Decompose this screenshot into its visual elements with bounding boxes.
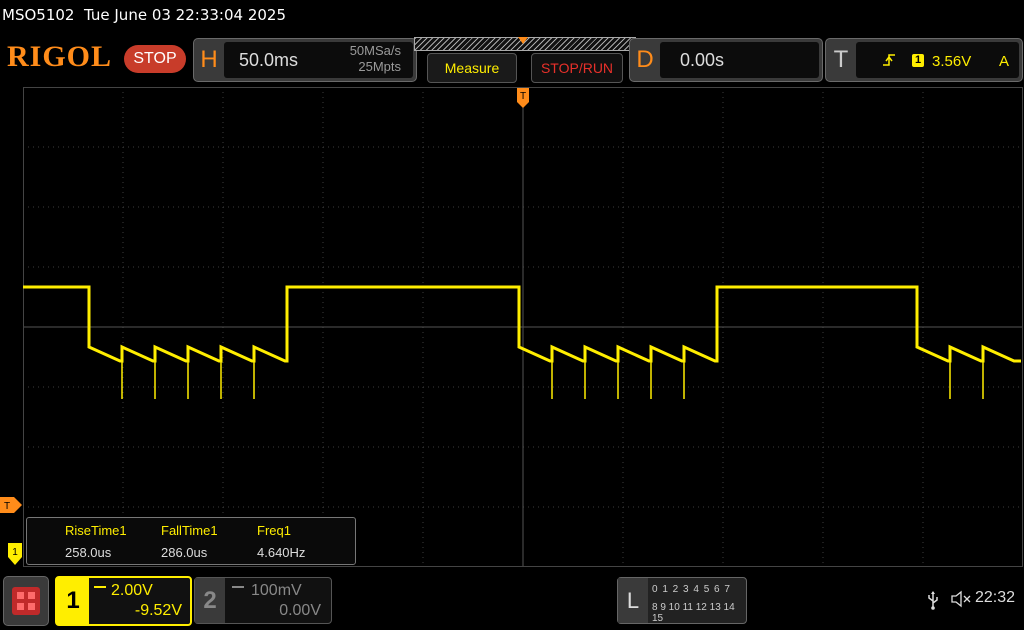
measurement-name: FallTime1 bbox=[161, 523, 218, 538]
logic-letter: L bbox=[618, 578, 648, 623]
system-clock: 22:32 bbox=[975, 589, 1016, 606]
logic-analyzer-panel[interactable]: L 0 1 2 3 4 5 6 7 8 9 10 11 12 13 14 15 bbox=[617, 577, 747, 624]
trigger-mode: A bbox=[998, 53, 1009, 70]
measurement-value: 258.0us bbox=[65, 545, 112, 560]
measurement-results[interactable]: RiseTime1 258.0us FallTime1 286.0us Freq… bbox=[26, 517, 356, 565]
channel1-marker-label: 1 bbox=[12, 547, 18, 558]
trigger-source-badge: 1 bbox=[912, 54, 924, 67]
logic-channels-row1: 0 1 2 3 4 5 6 7 bbox=[652, 584, 731, 595]
delay-panel[interactable]: D 0.00s bbox=[629, 38, 823, 82]
measurement-name: Freq1 bbox=[257, 523, 291, 538]
trigger-letter: T bbox=[833, 46, 849, 73]
measurement-name: RiseTime1 bbox=[65, 523, 127, 538]
run-state-badge[interactable]: STOP bbox=[124, 45, 186, 73]
logic-channels-row2: 8 9 10 11 12 13 14 15 bbox=[652, 602, 735, 624]
speaker-muted-icon[interactable] bbox=[950, 589, 972, 609]
stop-run-button[interactable]: STOP/RUN bbox=[531, 53, 623, 83]
dc-coupling-icon bbox=[94, 586, 106, 594]
channel1-number: 1 bbox=[57, 578, 89, 624]
channel1-offset: -9.52V bbox=[134, 602, 182, 619]
waveform-grid[interactable] bbox=[23, 87, 1023, 567]
measurement-value: 286.0us bbox=[161, 545, 208, 560]
device-status-line: MSO5102 Tue June 03 22:33:04 2025 bbox=[2, 6, 286, 24]
trigger-level: 3.56V bbox=[932, 53, 972, 70]
date-time: Tue June 03 22:33:04 2025 bbox=[84, 6, 286, 24]
delay-readout: 0.00s bbox=[660, 42, 819, 78]
brand-logo: RIGOL bbox=[7, 40, 113, 73]
timebase-value: 50.0ms bbox=[239, 50, 299, 70]
trigger-level-marker[interactable]: T bbox=[0, 497, 22, 513]
dc-coupling-icon bbox=[232, 586, 244, 594]
horizontal-letter: H bbox=[200, 46, 218, 73]
channel1-offset-marker[interactable]: 1 bbox=[8, 543, 22, 565]
channel1-trace bbox=[23, 285, 1021, 363]
horizontal-readout: 50.0ms 50MSa/s 25Mpts bbox=[224, 42, 413, 78]
model-name: MSO5102 bbox=[2, 6, 75, 24]
memory-depth: 25Mpts bbox=[358, 59, 401, 74]
measure-button[interactable]: Measure bbox=[427, 53, 517, 83]
channel1-scale: 2.00V bbox=[111, 582, 153, 599]
trigger-position-marker[interactable]: T bbox=[517, 88, 529, 108]
trigger-readout: 1 3.56V A bbox=[856, 42, 1019, 78]
channel1-spikes bbox=[121, 349, 984, 399]
measurement-value: 4.640Hz bbox=[257, 545, 306, 560]
channel1-panel[interactable]: 1 2.00V -9.52V bbox=[55, 576, 192, 626]
sample-rate: 50MSa/s bbox=[349, 43, 401, 58]
channel2-number: 2 bbox=[195, 578, 225, 623]
horizontal-panel[interactable]: H 50.0ms 50MSa/s 25Mpts bbox=[193, 38, 417, 82]
memory-position-marker bbox=[518, 37, 528, 44]
grid-menu-icon bbox=[12, 587, 40, 615]
channel2-panel[interactable]: 2 100mV 0.00V bbox=[194, 577, 332, 624]
main-menu-button[interactable] bbox=[3, 576, 49, 626]
trigger-panel[interactable]: T 1 3.56V A bbox=[825, 38, 1023, 82]
trigger-level-marker-label: T bbox=[4, 501, 10, 512]
delay-letter: D bbox=[636, 46, 654, 73]
delay-value: 0.00s bbox=[680, 50, 725, 70]
channel2-offset: 0.00V bbox=[279, 602, 321, 619]
rising-edge-icon bbox=[883, 54, 895, 66]
channel2-scale: 100mV bbox=[251, 582, 302, 599]
usb-icon bbox=[928, 591, 938, 610]
svg-text:T: T bbox=[520, 91, 526, 102]
